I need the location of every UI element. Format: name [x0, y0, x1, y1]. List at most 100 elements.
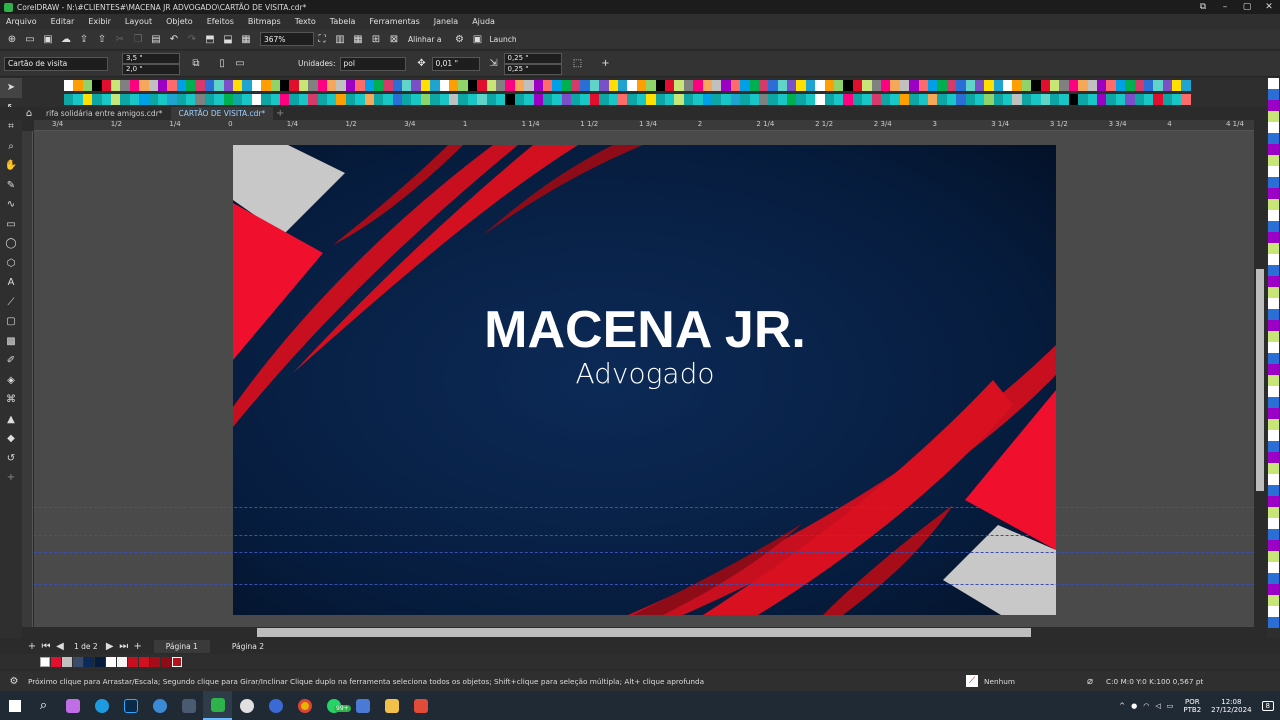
palette-swatch[interactable]	[693, 94, 703, 105]
palette-swatch[interactable]	[402, 94, 412, 105]
ellipse-tool-icon[interactable]: ◯	[0, 234, 22, 254]
palette-swatch[interactable]	[167, 80, 177, 91]
swatch-red-2[interactable]	[128, 656, 138, 667]
palette-swatch[interactable]	[646, 94, 656, 105]
edge-icon[interactable]	[87, 691, 116, 720]
palette-swatch[interactable]	[627, 94, 637, 105]
palette-swatch[interactable]	[1050, 80, 1060, 91]
menu-texto[interactable]: Texto	[295, 17, 316, 26]
palette-swatch[interactable]	[411, 80, 421, 91]
palette-swatch[interactable]	[768, 94, 778, 105]
palette-swatch[interactable]	[721, 94, 731, 105]
palette-swatch[interactable]	[1268, 331, 1279, 342]
palette-swatch[interactable]	[1268, 210, 1279, 221]
portrait-icon[interactable]: ▯	[214, 56, 230, 72]
coreldraw-taskbar-icon[interactable]	[203, 691, 232, 720]
palette-swatch[interactable]	[758, 94, 769, 105]
palette-swatch[interactable]	[195, 94, 205, 105]
palette-swatch[interactable]	[110, 80, 121, 91]
palette-swatch[interactable]	[843, 94, 853, 105]
palette-swatch[interactable]	[655, 94, 665, 105]
palette-swatch[interactable]	[899, 80, 910, 91]
palette-swatch[interactable]	[1031, 80, 1041, 91]
palette-swatch[interactable]	[186, 94, 196, 105]
palette-swatch[interactable]	[1012, 94, 1022, 105]
redo-icon[interactable]: ↷	[184, 31, 200, 47]
palette-swatch[interactable]	[373, 80, 384, 91]
export-icon[interactable]: ⇧	[94, 31, 110, 47]
units-select[interactable]: pol	[339, 56, 406, 71]
palette-swatch[interactable]	[233, 94, 243, 105]
palette-swatch[interactable]	[1268, 177, 1279, 188]
palette-swatch[interactable]	[1134, 94, 1144, 105]
palette-swatch[interactable]	[1181, 94, 1191, 105]
palette-swatch[interactable]	[298, 80, 309, 91]
tab-rifa-solidaria[interactable]: rifa solidária entre amigos.cdr*	[38, 107, 171, 120]
palette-swatch[interactable]	[1181, 80, 1191, 91]
horizontal-ruler[interactable]: 3/4 1/2 1/4 0 1/4 1/2 3/4 1 1 1/4 1 1/2 1 3/4 2 2 1/…	[34, 120, 1254, 131]
palette-swatch[interactable]	[542, 94, 553, 105]
palette-swatch[interactable]	[1115, 80, 1126, 91]
calculator-icon[interactable]	[174, 691, 203, 720]
palette-swatch[interactable]	[589, 94, 600, 105]
eyedropper-tool-icon[interactable]: ✐	[0, 351, 22, 371]
palette-swatch[interactable]	[730, 80, 741, 91]
paste-icon[interactable]: ▤	[148, 31, 164, 47]
palette-swatch[interactable]	[1268, 353, 1279, 364]
swatch-slate[interactable]	[73, 656, 83, 667]
swatch-red-5[interactable]	[161, 656, 171, 667]
palette-swatch[interactable]	[956, 94, 966, 105]
palette-swatch[interactable]	[430, 94, 440, 105]
palette-swatch[interactable]	[279, 80, 290, 91]
palette-swatch[interactable]	[514, 94, 525, 105]
palette-swatch[interactable]	[1268, 507, 1279, 518]
palette-swatch[interactable]	[1003, 94, 1013, 105]
palette-swatch[interactable]	[92, 80, 102, 91]
palette-swatch[interactable]	[1021, 94, 1032, 105]
view-icon[interactable]: ▥	[332, 31, 348, 47]
tray-app-icon[interactable]: ●	[1131, 702, 1137, 710]
menu-tabela[interactable]: Tabela	[330, 17, 356, 26]
palette-swatch[interactable]	[1268, 133, 1279, 144]
palette-swatch[interactable]	[157, 80, 168, 91]
palette-swatch[interactable]	[1268, 100, 1279, 111]
palette-swatch[interactable]	[458, 94, 468, 105]
palette-swatch[interactable]	[1268, 441, 1279, 452]
palette-swatch[interactable]	[383, 80, 393, 91]
palette-swatch[interactable]	[1268, 276, 1279, 287]
palette-swatch[interactable]	[1143, 80, 1154, 91]
palette-swatch[interactable]	[139, 94, 149, 105]
wifi-icon[interactable]: ◠	[1143, 702, 1149, 710]
palette-swatch[interactable]	[1268, 144, 1279, 155]
palette-swatch[interactable]	[1153, 80, 1163, 91]
palette-swatch[interactable]	[1268, 496, 1279, 507]
palette-swatch[interactable]	[270, 80, 280, 91]
vertical-scroll-thumb[interactable]	[1256, 269, 1264, 491]
palette-swatch[interactable]	[552, 80, 562, 91]
palette-swatch[interactable]	[561, 80, 572, 91]
palette-swatch[interactable]	[993, 94, 1004, 105]
palette-swatch[interactable]	[1162, 94, 1173, 105]
palette-swatch[interactable]	[148, 94, 158, 105]
palette-swatch[interactable]	[420, 94, 431, 105]
palette-swatch[interactable]	[355, 94, 365, 105]
palette-swatch[interactable]	[204, 94, 215, 105]
palette-swatch[interactable]	[1268, 397, 1279, 408]
swatch-dark-navy[interactable]	[95, 656, 105, 667]
grid-icon[interactable]: ▦	[350, 31, 366, 47]
palette-swatch[interactable]	[251, 80, 262, 91]
palette-swatch[interactable]	[1268, 617, 1279, 628]
close-button[interactable]: ✕	[1258, 0, 1280, 14]
minimize-button[interactable]: –	[1214, 0, 1236, 14]
cloud-icon[interactable]: ☁	[58, 31, 74, 47]
palette-swatch[interactable]	[1125, 94, 1135, 105]
page-preset-select[interactable]: Cartão de visita	[4, 56, 108, 71]
palette-swatch[interactable]	[965, 80, 975, 91]
palette-swatch[interactable]	[787, 80, 797, 91]
palette-swatch[interactable]	[665, 80, 675, 91]
palette-swatch[interactable]	[1268, 320, 1279, 331]
palette-swatch[interactable]	[486, 94, 496, 105]
new-document-icon[interactable]: ⊕	[4, 31, 20, 47]
palette-swatch[interactable]	[815, 80, 825, 91]
palette-swatch[interactable]	[749, 80, 759, 91]
